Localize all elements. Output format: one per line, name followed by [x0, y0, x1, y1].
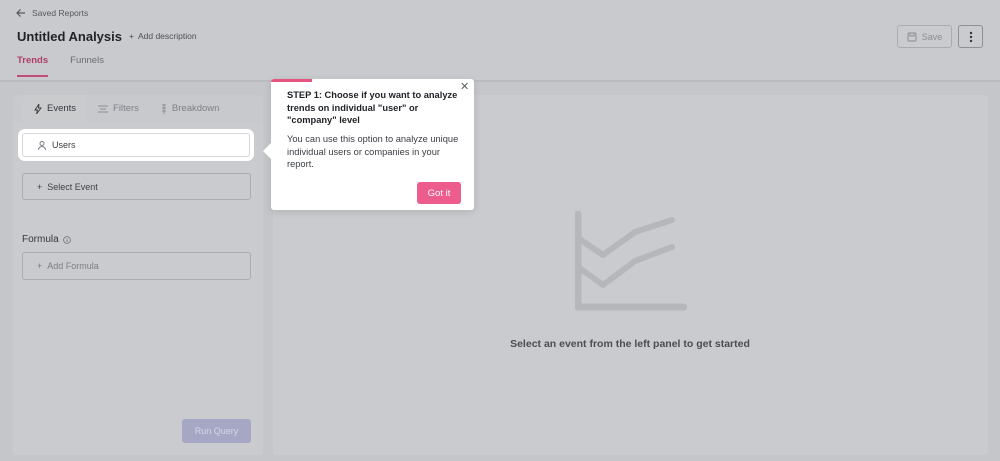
arrow-left-icon — [16, 9, 25, 17]
tooltip-body: You can use this option to analyze uniqu… — [287, 134, 459, 169]
add-formula-label: Add Formula — [47, 261, 99, 271]
formula-heading: Formula — [22, 234, 71, 245]
breakdown-icon — [161, 103, 166, 114]
formula-label: Formula — [22, 234, 59, 245]
analysis-level-select[interactable]: Users — [22, 133, 250, 157]
close-icon[interactable]: ✕ — [460, 82, 469, 93]
onboarding-tooltip: ✕ STEP 1: Choose if you want to analyze … — [263, 79, 474, 210]
select-event-label: Select Event — [47, 181, 98, 192]
more-options-button[interactable] — [958, 25, 983, 48]
tooltip-progress-bar — [271, 79, 312, 82]
tab-events[interactable]: Events — [23, 95, 88, 122]
save-label: Save — [921, 31, 943, 42]
panel-tabs: Events Filters Breakdown — [23, 95, 230, 122]
filter-icon — [98, 105, 109, 113]
back-to-saved-reports-link[interactable]: Saved Reports — [16, 8, 88, 18]
back-link-label: Saved Reports — [32, 8, 89, 18]
add-description-button[interactable]: + Add description — [129, 31, 197, 41]
got-it-button[interactable]: Got it — [417, 182, 461, 204]
page-title[interactable]: Untitled Analysis — [17, 29, 122, 44]
panel-body — [13, 122, 263, 455]
tooltip-title: STEP 1: Choose if you want to analyze tr… — [287, 90, 458, 125]
tooltip-arrow — [263, 143, 271, 159]
analysis-tabs: Trends Funnels — [17, 55, 104, 77]
page-header: Saved Reports Untitled Analysis + Add de… — [0, 0, 1000, 80]
tab-filters-label: Filters — [113, 103, 139, 114]
tab-filters[interactable]: Filters — [87, 95, 150, 122]
analysis-level-value: Users — [52, 140, 76, 150]
tab-breakdown[interactable]: Breakdown — [150, 95, 231, 122]
tab-trends[interactable]: Trends — [17, 55, 49, 77]
save-button[interactable]: Save — [897, 25, 952, 48]
header-divider — [0, 80, 1000, 82]
user-icon — [38, 140, 46, 150]
add-formula-button[interactable]: + Add Formula — [22, 252, 251, 280]
plus-icon: + — [37, 261, 43, 271]
more-vertical-icon — [969, 31, 972, 42]
plus-icon: + — [37, 181, 43, 192]
info-icon[interactable] — [62, 235, 71, 244]
run-query-button[interactable]: Run Query — [182, 419, 251, 443]
select-event-button[interactable]: + Select Event — [22, 173, 251, 200]
add-description-label: Add description — [137, 31, 197, 41]
plus-icon: + — [129, 31, 134, 41]
tab-events-label: Events — [47, 103, 77, 114]
line-chart-icon — [575, 210, 687, 311]
empty-state-message: Select an event from the left panel to g… — [510, 338, 750, 350]
tab-funnels[interactable]: Funnels — [70, 55, 104, 77]
lightning-icon — [34, 103, 42, 114]
tab-breakdown-label: Breakdown — [171, 103, 220, 114]
save-icon — [907, 32, 917, 41]
